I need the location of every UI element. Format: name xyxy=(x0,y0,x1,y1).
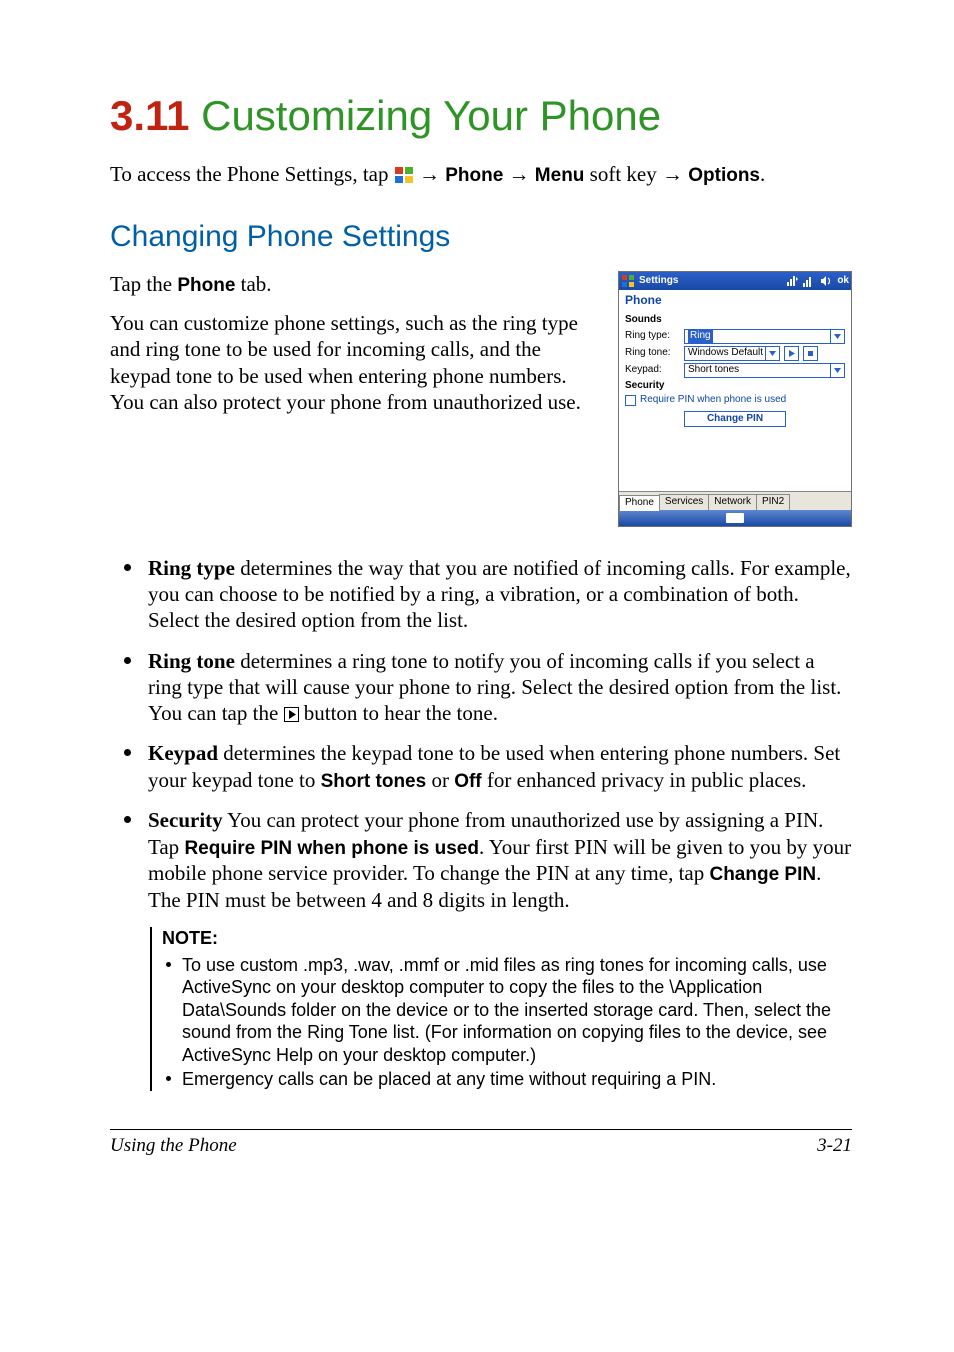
start-flag-icon xyxy=(621,274,635,288)
play-tone-button[interactable] xyxy=(784,346,799,361)
footer-page-number: 3-21 xyxy=(817,1134,852,1158)
stop-tone-button[interactable] xyxy=(803,346,818,361)
ring-tone-label: Ring tone: xyxy=(625,347,680,360)
ring-type-text: determines the way that you are notified… xyxy=(148,556,851,633)
page-footer: Using the Phone 3-21 xyxy=(110,1129,852,1158)
require-pin-label: Require PIN when phone is used xyxy=(640,394,786,407)
require-pin-checkbox[interactable] xyxy=(625,395,636,406)
keypad-label: Keypad: xyxy=(625,364,680,377)
access-instructions: To access the Phone Settings, tap → Phon… xyxy=(110,161,852,188)
intro1-suffix: tab. xyxy=(235,272,271,296)
note-block: NOTE: To use custom .mp3, .wav, .mmf or … xyxy=(150,927,852,1091)
keyboard-icon[interactable] xyxy=(726,513,744,523)
signal-icon xyxy=(803,275,815,287)
titlebar-text: Settings xyxy=(639,275,678,288)
keypad-value: Short tones xyxy=(688,364,739,377)
keypad-mid: or xyxy=(426,768,454,792)
keypad-bold: Keypad xyxy=(148,741,218,765)
list-item-ring-tone: Ring tone determines a ring tone to noti… xyxy=(110,648,852,727)
subsection-heading: Changing Phone Settings xyxy=(110,218,852,256)
note-item-2: Emergency calls can be placed at any tim… xyxy=(162,1068,852,1091)
note-item-1: To use custom .mp3, .wav, .mmf or .mid f… xyxy=(162,954,852,1067)
change-pin-button[interactable]: Change PIN xyxy=(684,411,786,428)
arrow-icon: → xyxy=(419,163,440,186)
sounds-section-label: Sounds xyxy=(625,314,845,327)
keypad-post: for enhanced privacy in public places. xyxy=(482,768,807,792)
arrow-icon: → xyxy=(662,163,683,186)
list-item-keypad: Keypad determines the keypad tone to be … xyxy=(110,740,852,793)
arrow-icon: → xyxy=(509,163,530,186)
dropdown-icon xyxy=(765,347,779,360)
ring-type-value: Ring xyxy=(688,330,713,343)
section-number: 3.11 xyxy=(110,92,189,139)
intro1-prefix: Tap the xyxy=(110,272,177,296)
titlebar: Settings ok xyxy=(619,272,851,290)
security-bold: Security xyxy=(148,808,223,832)
section-title-text: Customizing Your Phone xyxy=(201,92,661,139)
dropdown-icon xyxy=(830,330,844,343)
phone-settings-screenshot: Settings ok xyxy=(618,271,852,527)
step-phone: Phone xyxy=(445,165,503,186)
tab-phone[interactable]: Phone xyxy=(619,495,660,511)
play-icon xyxy=(284,702,299,717)
connectivity-icon xyxy=(786,275,798,287)
step-options: Options xyxy=(688,165,760,186)
dropdown-icon xyxy=(830,364,844,377)
tab-pin2[interactable]: PIN2 xyxy=(756,494,790,510)
note-label: NOTE: xyxy=(162,927,852,950)
feature-list: Ring type determines the way that you ar… xyxy=(110,555,852,914)
ring-tone-bold: Ring tone xyxy=(148,649,235,673)
softkey-text: soft key xyxy=(584,162,662,186)
intro1-bold: Phone xyxy=(177,275,235,296)
ring-type-select[interactable]: Ring xyxy=(684,329,845,344)
ring-tone-value: Windows Default xyxy=(688,347,763,360)
screen-heading: Phone xyxy=(619,290,851,310)
tab-bar: Phone Services Network PIN2 xyxy=(619,491,851,510)
tab-network[interactable]: Network xyxy=(708,494,757,510)
tab-services[interactable]: Services xyxy=(659,494,709,510)
period: . xyxy=(760,162,765,186)
ring-type-label: Ring type: xyxy=(625,330,680,343)
note-list: To use custom .mp3, .wav, .mmf or .mid f… xyxy=(162,954,852,1091)
keypad-opt2: Off xyxy=(454,771,481,792)
step-menu: Menu xyxy=(535,165,585,186)
security-b2: Change PIN xyxy=(709,864,816,885)
keypad-opt1: Short tones xyxy=(321,771,427,792)
start-menu-icon xyxy=(394,164,414,182)
tap-phone-tab: Tap the Phone tab. xyxy=(110,271,600,298)
section-heading: 3.11 Customizing Your Phone xyxy=(110,90,852,143)
access-prefix: To access the Phone Settings, tap xyxy=(110,162,394,186)
keypad-select[interactable]: Short tones xyxy=(684,363,845,378)
ring-tone-select[interactable]: Windows Default xyxy=(684,346,780,361)
security-b1: Require PIN when phone is used xyxy=(184,838,479,859)
require-pin-row[interactable]: Require PIN when phone is used xyxy=(625,394,845,407)
speaker-icon xyxy=(820,275,832,287)
intro-paragraph: You can customize phone settings, such a… xyxy=(110,310,600,415)
list-item-security: Security You can protect your phone from… xyxy=(110,807,852,913)
security-section-label: Security xyxy=(625,380,845,393)
sip-bar xyxy=(619,510,851,526)
ring-tone-post: button to hear the tone. xyxy=(299,701,498,725)
list-item-ring-type: Ring type determines the way that you ar… xyxy=(110,555,852,634)
ring-type-bold: Ring type xyxy=(148,556,235,580)
footer-left: Using the Phone xyxy=(110,1134,237,1158)
ok-button[interactable]: ok xyxy=(837,275,849,288)
